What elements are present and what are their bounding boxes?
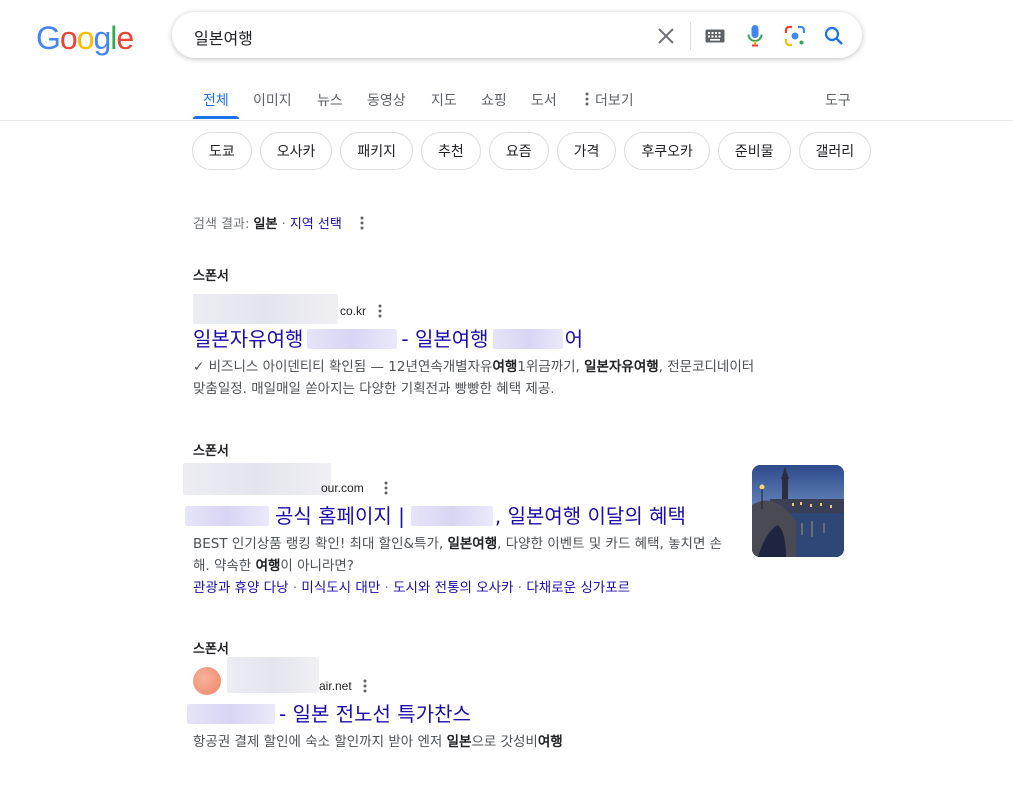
- desc-bold: 여행: [537, 734, 563, 750]
- region-select-link[interactable]: 지역 선택: [290, 217, 342, 232]
- chip[interactable]: 준비물: [717, 132, 791, 170]
- more-vert-icon[interactable]: [363, 679, 367, 693]
- lens-icon[interactable]: [783, 24, 807, 48]
- more-vert-icon: [585, 92, 589, 106]
- logo-letter: g: [93, 20, 111, 56]
- ad-title-part: - 일본 전노선 특가찬스: [279, 702, 471, 726]
- ad-title-part: 어: [564, 327, 583, 351]
- ad-title-part: - 일본여행: [401, 327, 489, 351]
- search-tabs: 전체 이미지 뉴스 동영상 지도 쇼핑 도서 더보기 도구: [0, 86, 1013, 121]
- chip[interactable]: 추천: [421, 132, 481, 170]
- ad-title-link[interactable]: 공식 홈페이지 | , 일본여행 이달의 혜택: [185, 503, 728, 529]
- sitelink[interactable]: 다채로운 싱가포르: [526, 580, 630, 596]
- redacted-title: [187, 704, 275, 724]
- chip[interactable]: 패키지: [340, 132, 414, 170]
- ad-title-part: , 일본여행 이달의 혜택: [494, 504, 686, 528]
- logo-letter: o: [76, 20, 95, 56]
- tab-news[interactable]: 뉴스: [317, 90, 343, 110]
- chip[interactable]: 도쿄: [192, 132, 252, 170]
- ad-title-part: 일본자유여행: [193, 327, 304, 351]
- sitelink[interactable]: 관광과 휴양 다낭: [193, 580, 289, 596]
- ad-title-part: 공식 홈페이지 |: [275, 504, 405, 528]
- ad-description: ✓ 비즈니스 아이덴티티 확인됨 — 12년연속개별자유여행1위금까기, 일본자…: [193, 356, 763, 400]
- more-vert-icon[interactable]: [360, 216, 364, 230]
- search-divider: [690, 22, 691, 50]
- keyboard-icon[interactable]: [703, 24, 727, 48]
- search-input[interactable]: 일본여행: [194, 25, 253, 49]
- desc-text: 으로 갓성비: [471, 734, 538, 750]
- search-box[interactable]: 일본여행: [172, 12, 862, 58]
- ad-thumbnail-image[interactable]: [752, 465, 844, 557]
- ad-url[interactable]: co.kr: [340, 304, 366, 318]
- tab-maps[interactable]: 지도: [431, 90, 457, 110]
- ad-url[interactable]: air.net: [319, 679, 352, 693]
- chip[interactable]: 오사카: [259, 132, 333, 170]
- desc-bold: 일본여행: [447, 536, 498, 552]
- ad-description: BEST 인기상품 랭킹 확인! 최대 할인&특가, 일본여행, 다양한 이벤트…: [193, 533, 728, 577]
- sitelink-sep: ·: [292, 580, 298, 596]
- region-prefix: 검색 결과:: [193, 217, 250, 232]
- redacted-title: [410, 506, 493, 526]
- chip[interactable]: 후쿠오카: [624, 132, 710, 170]
- tab-more-label: 더보기: [595, 93, 634, 109]
- ad-result: 스폰서 our.com 공식 홈페이지 | , 일본여행 이달의 혜택 BEST …: [183, 440, 728, 599]
- active-tab-indicator: [193, 116, 239, 119]
- desc-bold: 일본: [446, 734, 472, 750]
- ad-title-link[interactable]: 일본자유여행 - 일본여행 어: [193, 326, 763, 352]
- search-icon[interactable]: [822, 24, 846, 48]
- tools-button[interactable]: 도구: [825, 90, 851, 110]
- desc-text: 1위금까기,: [517, 359, 585, 375]
- close-icon[interactable]: [654, 24, 678, 48]
- desc-text: BEST 인기상품 랭킹 확인! 최대 할인&특가,: [193, 536, 448, 552]
- tab-all[interactable]: 전체: [203, 90, 229, 110]
- ad-description: 항공권 결제 할인에 숙소 할인까지 받아 엔저 일본으로 갓성비여행: [193, 731, 763, 753]
- ad-url[interactable]: our.com: [321, 481, 364, 495]
- more-vert-icon[interactable]: [384, 481, 388, 495]
- tab-videos[interactable]: 동영상: [367, 90, 406, 110]
- desc-bold: 일본자유여행: [584, 359, 659, 375]
- ad-title-link[interactable]: - 일본 전노선 특가찬스: [187, 701, 763, 727]
- redacted-site-info: [183, 463, 331, 495]
- chip[interactable]: 갤러리: [798, 132, 872, 170]
- desc-bold: 여행: [492, 359, 518, 375]
- sponsor-label: 스폰서: [193, 444, 229, 459]
- ad-result: 스폰서 co.kr 일본자유여행 - 일본여행 어 ✓ 비즈니스 아이덴티티 확인됨…: [193, 265, 763, 400]
- chip[interactable]: 가격: [556, 132, 617, 170]
- sitelink[interactable]: 도시와 전통의 오사카: [393, 580, 513, 596]
- region-country: 일본: [253, 217, 278, 232]
- ad-sitelinks: 관광과 휴양 다낭 · 미식도시 대만 · 도시와 전통의 오사카 · 다채로운…: [193, 577, 728, 599]
- redacted-title: [307, 329, 398, 349]
- logo-letter: o: [59, 20, 78, 56]
- tab-shopping[interactable]: 쇼핑: [481, 90, 507, 110]
- google-logo[interactable]: Google: [36, 20, 134, 57]
- sitelink-sep: ·: [517, 580, 523, 596]
- ad-result: 스폰서 air.net - 일본 전노선 특가찬스 항공권 결제 할인에 숙소 …: [187, 638, 763, 753]
- site-favicon: [193, 667, 221, 695]
- redacted-site-info: [193, 294, 338, 324]
- logo-letter: G: [36, 20, 61, 56]
- desc-text: 이 아니라면?: [280, 558, 354, 574]
- mic-icon[interactable]: [743, 24, 767, 48]
- refinement-chips: 도쿄 오사카 패키지 추천 요즘 가격 후쿠오카 준비물 갤러리: [192, 132, 872, 170]
- desc-text: 항공권 결제 할인에 숙소 할인까지 받아 엔저: [193, 734, 447, 750]
- desc-bold: 여행: [255, 558, 281, 574]
- redacted-title: [492, 329, 563, 349]
- more-vert-icon[interactable]: [378, 304, 382, 318]
- tab-books[interactable]: 도서: [531, 90, 557, 110]
- logo-letter: e: [116, 20, 134, 56]
- sponsor-label: 스폰서: [193, 642, 229, 657]
- redacted-title: [185, 506, 269, 526]
- redacted-site-info: [227, 657, 319, 693]
- sponsor-label: 스폰서: [193, 269, 229, 284]
- tab-images[interactable]: 이미지: [253, 90, 292, 110]
- region-line: 검색 결과: 일본 · 지역 선택: [193, 213, 364, 232]
- sitelink-sep: ·: [384, 580, 389, 596]
- sitelink[interactable]: 미식도시 대만: [301, 580, 380, 596]
- tab-more[interactable]: 더보기: [585, 90, 634, 110]
- region-sep: ·: [281, 217, 286, 232]
- chip[interactable]: 요즘: [488, 132, 549, 170]
- desc-text: ✓ 비즈니스 아이덴티티 확인됨 — 12년연속개별자유: [193, 359, 493, 375]
